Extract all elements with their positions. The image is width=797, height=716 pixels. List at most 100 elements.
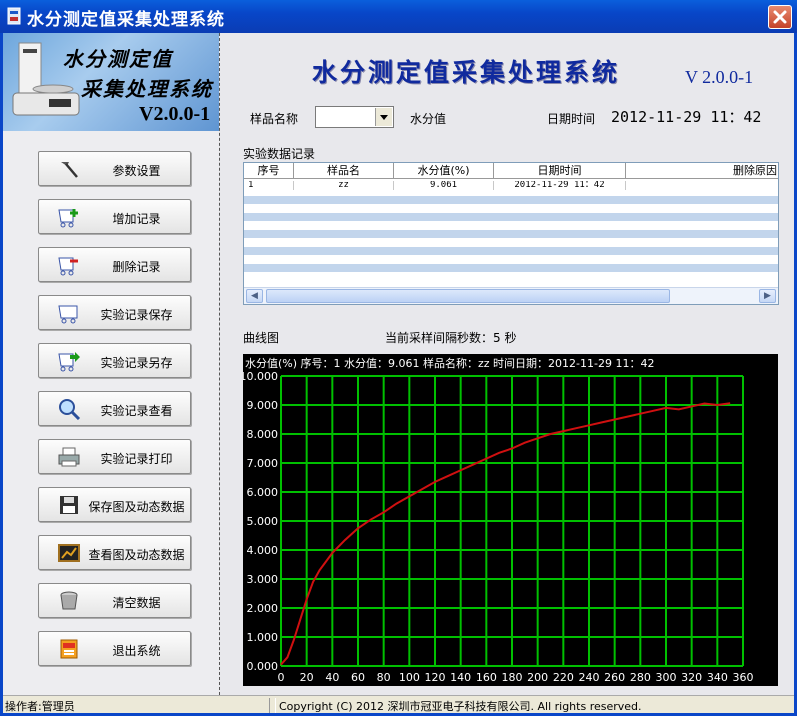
bucket-icon (60, 591, 78, 610)
sidebar: 水分测定值 采集处理系统 V2.0.0-1 参数设置 增加记录 删除记录 实验记… (3, 33, 219, 695)
sample-interval-label: 当前采样间隔秒数：5 秒 (385, 331, 517, 345)
print-records-button[interactable]: 实验记录打印 (38, 439, 191, 474)
column-header[interactable]: 删除原因 (626, 163, 778, 179)
y-tick-label: 10.000 (243, 370, 278, 383)
y-tick-label: 4.000 (247, 544, 279, 557)
chart-view-icon (58, 544, 80, 562)
button-label: 删除记录 (112, 260, 161, 274)
table-cell (626, 181, 778, 190)
y-tick-label: 6.000 (247, 486, 279, 499)
button-label: 查看图及动态数据 (88, 548, 185, 562)
x-tick-label: 60 (351, 671, 365, 684)
table-header: 序号 样品名 水分值(%) 日期时间 删除原因 (244, 163, 778, 179)
x-tick-label: 280 (630, 671, 651, 684)
x-tick-label: 240 (579, 671, 600, 684)
printer-icon (58, 447, 80, 467)
logo-banner: 水分测定值 采集处理系统 V2.0.0-1 (3, 33, 219, 131)
close-icon (773, 10, 787, 24)
app-icon (7, 7, 21, 25)
logo-line2: 采集处理系统 (81, 77, 213, 101)
button-label: 参数设置 (112, 164, 161, 178)
button-label: 实验记录保存 (100, 308, 173, 322)
x-tick-label: 200 (527, 671, 548, 684)
y-tick-label: 0.000 (247, 660, 279, 673)
sample-name-select[interactable] (315, 106, 394, 128)
table-cell: 2012-11-29 11：42 (494, 181, 626, 190)
close-button[interactable] (768, 5, 792, 29)
x-tick-label: 20 (300, 671, 314, 684)
datetime-label: 日期时间 (547, 112, 596, 126)
logo-version: V2.0.0-1 (139, 103, 211, 125)
delete-record-button[interactable]: 删除记录 (38, 247, 191, 282)
x-tick-label: 40 (325, 671, 339, 684)
y-tick-label: 7.000 (247, 457, 279, 470)
table-cell: zz (294, 181, 394, 190)
y-tick-label: 8.000 (247, 428, 279, 441)
y-tick-label: 1.000 (247, 631, 279, 644)
chart-section-label: 曲线图 (243, 331, 280, 345)
view-chart-data-button[interactable]: 查看图及动态数据 (38, 535, 191, 570)
horizontal-scrollbar[interactable]: ◀ ▶ (244, 287, 778, 304)
chart-canvas: 0.000 1.000 2.000 3.000 4.000 5.000 6.000 7.000… (243, 356, 754, 684)
button-label: 保存图及动态数据 (88, 500, 185, 514)
param-settings-button[interactable]: 参数设置 (38, 151, 191, 186)
table-row[interactable]: 1 zz 9.061 2012-11-29 11：42 (244, 181, 778, 190)
scroll-right-icon[interactable]: ▶ (759, 289, 776, 303)
scroll-left-icon[interactable]: ◀ (246, 289, 263, 303)
table-cell: 1 (244, 181, 294, 190)
window-title: 水分测定值采集处理系统 (27, 10, 225, 30)
save-records-as-button[interactable]: 实验记录另存 (38, 343, 191, 378)
page-title: 水分测定值采集处理系统 (312, 58, 621, 87)
view-records-button[interactable]: 实验记录查看 (38, 391, 191, 426)
magnifier-icon (59, 399, 81, 420)
add-record-button[interactable]: 增加记录 (38, 199, 191, 234)
column-header[interactable]: 序号 (244, 163, 294, 179)
status-bar: 操作者:管理员 Copyright (C) 2012 深圳市冠亚电子科技有限公司… (3, 695, 794, 713)
hammer-icon (61, 162, 78, 178)
save-records-button[interactable]: 实验记录保存 (38, 295, 191, 330)
title-bar: 水分测定值采集处理系统 (0, 0, 797, 33)
datetime-value: 2012-11-29 11：42 (611, 108, 762, 126)
x-tick-label: 180 (502, 671, 523, 684)
y-tick-label: 9.000 (247, 399, 279, 412)
logo-line1: 水分测定值 (63, 47, 173, 71)
button-label: 实验记录打印 (100, 452, 173, 466)
x-tick-label: 120 (425, 671, 446, 684)
sidebar-divider (219, 33, 221, 695)
records-table[interactable]: 序号 样品名 水分值(%) 日期时间 删除原因 1 zz 9.061 2012-… (243, 162, 779, 305)
table-cell: 9.061 (394, 181, 494, 190)
x-tick-label: 0 (278, 671, 285, 684)
x-tick-label: 100 (399, 671, 420, 684)
moisture-chart: 0.000 1.000 2.000 3.000 4.000 5.000 6.000 7.000… (243, 354, 778, 686)
x-tick-label: 340 (707, 671, 728, 684)
x-tick-label: 80 (377, 671, 391, 684)
records-label: 实验数据记录 (243, 147, 316, 161)
floppy-icon (60, 496, 78, 514)
operator-status: 操作者:管理员 (5, 698, 270, 713)
version-label: V 2.0.0-1 (685, 67, 754, 87)
button-label: 实验记录查看 (100, 404, 173, 418)
x-tick-label: 160 (476, 671, 497, 684)
moisture-curve (280, 402, 731, 666)
x-tick-label: 260 (604, 671, 625, 684)
column-header[interactable]: 日期时间 (494, 163, 626, 179)
cart-arrow-icon (58, 352, 80, 372)
exit-icon (60, 639, 78, 659)
exit-button[interactable]: 退出系统 (38, 631, 191, 666)
y-tick-label: 5.000 (247, 515, 279, 528)
cart-remove-icon (58, 257, 78, 276)
x-tick-label: 360 (733, 671, 754, 684)
column-header[interactable]: 水分值(%) (394, 163, 494, 179)
moisture-label: 水分值 (410, 112, 447, 126)
cart-save-icon (58, 305, 78, 324)
y-tick-label: 2.000 (247, 602, 279, 615)
copyright-status: Copyright (C) 2012 深圳市冠亚电子科技有限公司. All ri… (275, 698, 785, 713)
clear-data-button[interactable]: 清空数据 (38, 583, 191, 618)
button-label: 清空数据 (112, 596, 161, 610)
button-label: 退出系统 (112, 644, 161, 658)
chevron-down-icon[interactable] (375, 108, 392, 126)
scroll-thumb[interactable] (266, 289, 670, 303)
save-chart-data-button[interactable]: 保存图及动态数据 (38, 487, 191, 522)
column-header[interactable]: 样品名 (294, 163, 394, 179)
cart-add-icon (58, 209, 78, 228)
